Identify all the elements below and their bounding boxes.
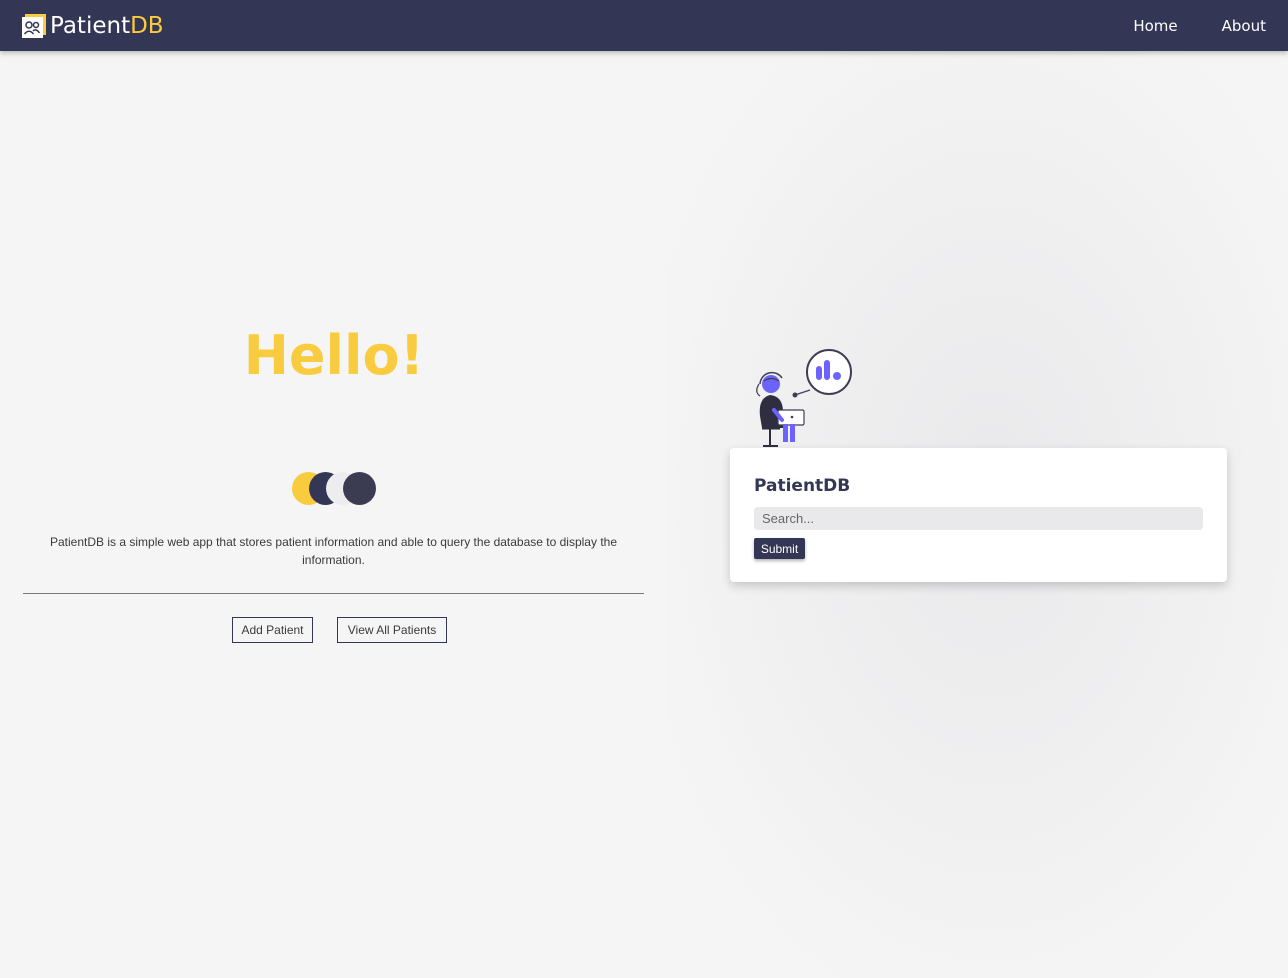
navbar: PatientDB Home About	[0, 0, 1288, 51]
brand-accent: DB	[130, 12, 164, 39]
hero-panel	[0, 51, 668, 978]
nav-home-link[interactable]: Home	[1133, 17, 1177, 35]
hero-title: Hello!	[243, 324, 425, 387]
nav-about-link[interactable]: About	[1222, 17, 1266, 35]
person-with-laptop-chart-illustration	[756, 349, 852, 447]
dot-navy	[343, 472, 376, 505]
view-all-patients-button[interactable]: View All Patients	[337, 617, 447, 643]
hero-description: PatientDB is a simple web app that store…	[49, 535, 617, 567]
decorative-dots	[292, 472, 382, 506]
add-patient-button[interactable]: Add Patient	[232, 617, 313, 643]
search-card-title: PatientDB	[754, 476, 851, 496]
nav-links: Home About	[1089, 17, 1266, 35]
brand-name: PatientDB	[50, 12, 164, 39]
submit-button[interactable]: Submit	[754, 538, 805, 559]
brand-link[interactable]: PatientDB	[22, 13, 164, 39]
search-input[interactable]	[754, 507, 1203, 530]
patients-icon	[22, 13, 46, 38]
search-card: PatientDB Submit	[730, 448, 1227, 582]
divider	[23, 593, 644, 594]
